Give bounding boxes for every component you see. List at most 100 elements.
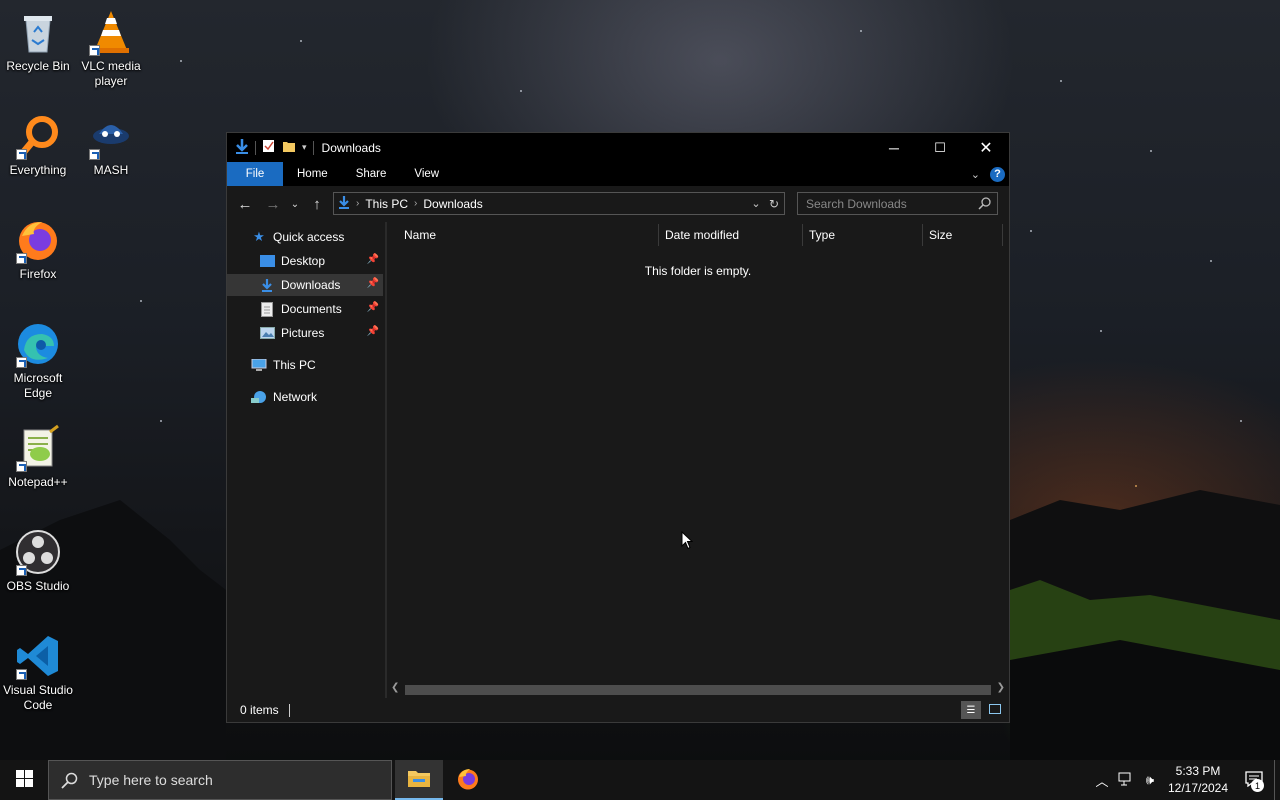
mouse-cursor-icon (681, 530, 694, 553)
title-bar[interactable]: ▾ Downloads ─ ☐ ✕ (227, 133, 1009, 162)
customize-qat-icon[interactable]: ▾ (302, 142, 307, 153)
nav-label: Pictures (281, 326, 325, 340)
breadcrumb-downloads[interactable]: Downloads (423, 197, 482, 211)
nav-quick-access[interactable]: ★ Quick access (227, 226, 383, 248)
details-view-button[interactable]: ☰ (961, 701, 981, 719)
properties-icon[interactable] (262, 139, 276, 156)
everything-icon (14, 112, 62, 160)
column-header-date-modified[interactable]: Date modified (659, 224, 801, 246)
desktop-icon-label: Recycle Bin (6, 59, 70, 73)
desktop-icon-label: Notepad++ (8, 475, 68, 489)
quick-access-toolbar: ▾ (227, 133, 314, 162)
desktop-icon-mash[interactable]: MASH (73, 112, 149, 178)
desktop-icon-label: MASH (93, 163, 129, 177)
tab-share[interactable]: Share (342, 162, 401, 186)
mash-icon (87, 112, 135, 160)
desktop-icon-vscode[interactable]: Visual Studio Code (0, 632, 76, 713)
taskbar-search-box[interactable]: Type here to search (48, 760, 392, 800)
desktop-icon-edge[interactable]: Microsoft Edge (0, 320, 76, 401)
forward-button[interactable]: → (259, 190, 287, 218)
vlc-icon (87, 8, 135, 56)
search-icon (978, 197, 991, 213)
show-desktop-button[interactable] (1274, 760, 1280, 800)
firefox-icon (14, 216, 62, 264)
obs-icon (14, 528, 62, 576)
close-button[interactable]: ✕ (963, 133, 1009, 162)
start-button[interactable] (0, 760, 48, 800)
nav-documents[interactable]: Documents 📌 (227, 298, 383, 320)
pin-icon[interactable]: 📌 (367, 278, 379, 289)
address-history-icon[interactable]: ⌄ (748, 197, 764, 210)
speaker-icon: 🕪 (1145, 772, 1155, 787)
network-wired-icon (1118, 772, 1134, 789)
file-explorer-window: ▾ Downloads ─ ☐ ✕ File Home Share View ⌄… (226, 132, 1010, 723)
maximize-button[interactable]: ☐ (917, 133, 963, 162)
refresh-icon[interactable]: ↻ (764, 197, 784, 211)
windows-logo-icon (15, 770, 33, 790)
item-count: 0 items (240, 703, 279, 717)
expand-ribbon-icon[interactable]: ⌄ (971, 168, 980, 181)
arrow-up-icon: ↑ (313, 195, 321, 213)
tab-home[interactable]: Home (283, 162, 342, 186)
window-title: Downloads (321, 140, 381, 155)
recycle-bin-icon (14, 8, 62, 56)
back-button[interactable]: ← (231, 190, 259, 218)
taskbar-file-explorer[interactable] (395, 760, 443, 800)
action-center-button[interactable]: 1 (1234, 760, 1274, 800)
nav-pictures[interactable]: Pictures 📌 (227, 322, 383, 344)
close-icon: ✕ (979, 139, 993, 157)
clock-date: 12/17/2024 (1167, 781, 1229, 795)
downloads-folder-icon (235, 138, 249, 157)
desktop-icon-recycle-bin[interactable]: Recycle Bin (0, 8, 76, 74)
file-explorer-icon (407, 768, 431, 791)
column-header-type[interactable]: Type (803, 224, 921, 246)
nav-downloads[interactable]: Downloads 📌 (227, 274, 383, 296)
minimize-button[interactable]: ─ (871, 133, 917, 162)
desktop-icon-label: Everything (9, 163, 67, 177)
column-header-size[interactable]: Size (923, 224, 1001, 246)
nav-network[interactable]: Network (227, 386, 383, 408)
scroll-right-icon[interactable]: ❯ (997, 682, 1005, 693)
ribbon-tabs: File Home Share View ⌄ ? (227, 162, 1009, 186)
file-list[interactable]: Name Date modified Type Size This folder… (387, 222, 1009, 698)
desktop-icon-label: Microsoft Edge (13, 371, 63, 400)
address-bar[interactable]: › This PC › Downloads ⌄ ↻ (333, 192, 785, 215)
details-view-icon: ☰ (966, 704, 976, 716)
downloads-icon (259, 277, 275, 293)
scrollbar-thumb[interactable] (405, 685, 991, 695)
scroll-left-icon[interactable]: ❮ (391, 682, 399, 693)
notification-count-badge: 1 (1251, 779, 1264, 792)
volume-tray-button[interactable]: 🕪 (1138, 760, 1162, 800)
nav-this-pc[interactable]: This PC (227, 354, 383, 376)
tab-view[interactable]: View (400, 162, 453, 186)
breadcrumb-separator-icon: › (356, 198, 360, 209)
desktop-folder-icon (259, 253, 275, 269)
taskbar-firefox[interactable] (444, 760, 492, 800)
desktop-icon-vlc[interactable]: VLC media player (73, 8, 149, 89)
help-icon[interactable]: ? (990, 166, 1005, 182)
nav-desktop[interactable]: Desktop 📌 (227, 250, 383, 272)
pin-icon[interactable]: 📌 (367, 254, 379, 265)
this-pc-icon (251, 357, 267, 373)
search-input[interactable]: Search Downloads (806, 197, 907, 211)
horizontal-scrollbar[interactable]: ❮ ❯ (387, 681, 1009, 698)
desktop-icon-firefox[interactable]: Firefox (0, 216, 76, 282)
breadcrumb-this-pc[interactable]: This PC (365, 197, 408, 211)
edge-icon (14, 320, 62, 368)
desktop-icon-notepadpp[interactable]: Notepad++ (0, 424, 76, 490)
show-hidden-icons-button[interactable]: ︿ (1090, 760, 1114, 800)
column-header-name[interactable]: Name (398, 224, 654, 246)
network-tray-button[interactable] (1114, 760, 1138, 800)
recent-locations-button[interactable]: ⌄ (287, 190, 303, 218)
desktop-icon-obs[interactable]: OBS Studio (0, 528, 76, 594)
pin-icon[interactable]: 📌 (367, 302, 379, 313)
tab-file[interactable]: File (227, 162, 283, 186)
desktop-icon-everything[interactable]: Everything (0, 112, 76, 178)
clock[interactable]: 5:33 PM 12/17/2024 (1162, 763, 1234, 797)
search-box[interactable]: Search Downloads (797, 192, 998, 215)
new-folder-icon[interactable] (282, 139, 296, 156)
up-button[interactable]: ↑ (303, 190, 331, 218)
large-icons-view-button[interactable] (985, 701, 1005, 719)
taskbar-search-input[interactable]: Type here to search (89, 772, 213, 788)
pin-icon[interactable]: 📌 (367, 326, 379, 337)
